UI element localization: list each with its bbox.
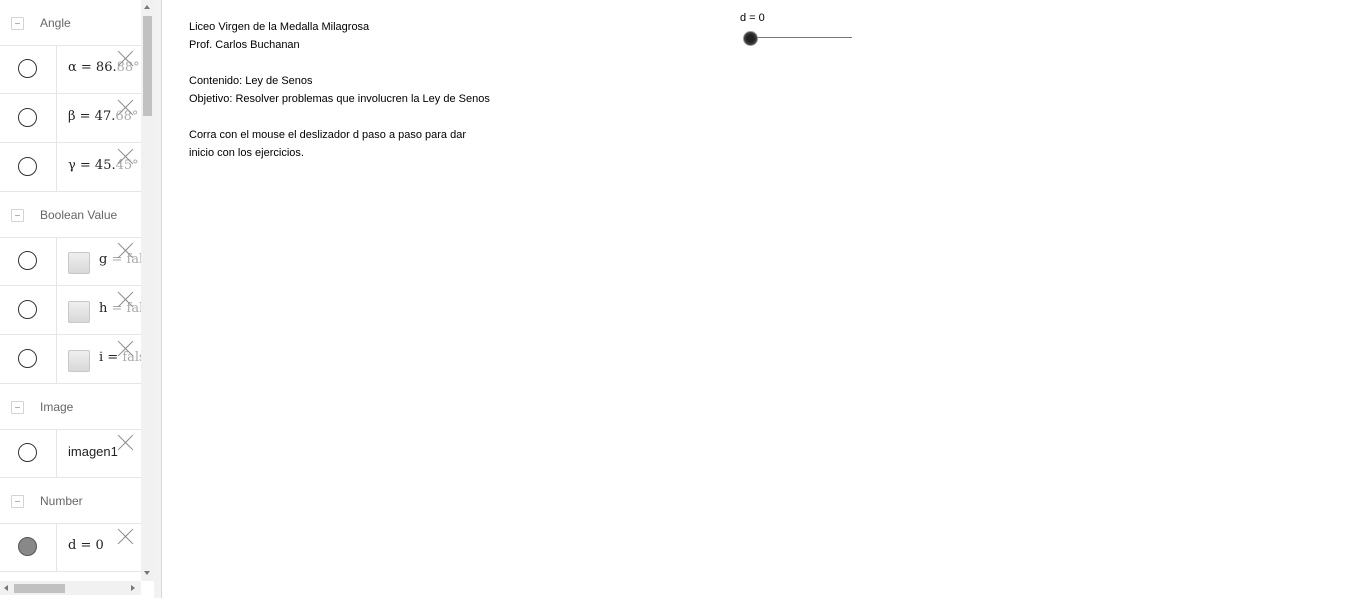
group-header-boolean[interactable]: Boolean Value — [0, 192, 141, 238]
delete-icon[interactable] — [117, 148, 134, 165]
visibility-toggle[interactable] — [18, 108, 37, 127]
slider-handle[interactable] — [743, 31, 758, 46]
graphics-view[interactable]: Liceo Virgen de la Medalla Milagrosa Pro… — [163, 0, 1360, 598]
group-header-angle[interactable]: Angle — [0, 0, 141, 46]
marble-cell — [0, 45, 57, 93]
visibility-toggle[interactable] — [18, 300, 37, 319]
delete-icon[interactable] — [117, 242, 134, 259]
school-name-text: Liceo Virgen de la Medalla Milagrosa — [189, 21, 370, 33]
algebra-item-gamma[interactable]: γ = 45.45° — [0, 143, 141, 192]
visibility-toggle[interactable] — [18, 349, 37, 368]
visibility-toggle[interactable] — [18, 443, 37, 462]
collapse-icon[interactable] — [11, 17, 24, 30]
slider-track[interactable] — [751, 37, 852, 38]
vertical-scrollbar[interactable] — [141, 0, 154, 581]
algebra-view: Angle α = 86.88° β = 47.68° γ = 45.45° B… — [0, 0, 141, 581]
delete-icon[interactable] — [117, 434, 134, 451]
group-label: Boolean Value — [40, 208, 118, 222]
scroll-left-icon[interactable] — [4, 585, 8, 591]
group-header-number[interactable]: Number — [0, 478, 141, 524]
delete-icon[interactable] — [117, 528, 134, 545]
visibility-toggle[interactable] — [18, 251, 37, 270]
algebra-item-beta[interactable]: β = 47.68° — [0, 94, 141, 143]
delete-icon[interactable] — [117, 99, 134, 116]
delete-icon[interactable] — [117, 291, 134, 308]
algebra-item-d[interactable]: d = 0 — [0, 523, 141, 572]
scrollbar-thumb[interactable] — [14, 584, 65, 593]
algebra-item-h[interactable]: h = fal — [0, 286, 141, 335]
visibility-toggle[interactable] — [18, 157, 37, 176]
algebra-item-alpha[interactable]: α = 86.88° — [0, 45, 141, 94]
group-label: Number — [40, 494, 83, 508]
instruction-text-cont: inicio con los ejercicios. — [189, 147, 304, 159]
boolean-checkbox[interactable] — [68, 252, 90, 274]
marble-cell — [0, 523, 57, 571]
visibility-toggle[interactable] — [18, 59, 37, 78]
marble-cell — [0, 335, 57, 383]
group-header-image[interactable]: Image — [0, 384, 141, 430]
item-value[interactable]: d = 0 — [68, 538, 104, 553]
content-text: Contenido: Ley de Senos — [189, 75, 313, 87]
scrollbar-thumb[interactable] — [143, 16, 152, 116]
scroll-right-icon[interactable] — [131, 585, 135, 591]
delete-icon[interactable] — [117, 340, 134, 357]
collapse-icon[interactable] — [11, 401, 24, 414]
scroll-down-icon[interactable] — [144, 571, 150, 575]
delete-icon[interactable] — [117, 50, 134, 67]
instruction-text: Corra con el mouse el deslizador d paso … — [189, 129, 466, 141]
marble-cell — [0, 429, 57, 477]
marble-cell — [0, 286, 57, 334]
horizontal-scrollbar[interactable] — [0, 581, 141, 595]
visibility-toggle[interactable] — [18, 537, 37, 556]
teacher-name-text: Prof. Carlos Buchanan — [189, 39, 300, 51]
marble-cell — [0, 143, 57, 191]
scroll-up-icon[interactable] — [144, 5, 150, 9]
algebra-item-imagen1[interactable]: imagen1 — [0, 429, 141, 478]
boolean-checkbox[interactable] — [68, 301, 90, 323]
algebra-item-g[interactable]: g = fal — [0, 237, 141, 286]
collapse-icon[interactable] — [11, 209, 24, 222]
collapse-icon[interactable] — [11, 495, 24, 508]
group-label: Image — [40, 400, 74, 414]
marble-cell — [0, 94, 57, 142]
view-splitter[interactable] — [154, 0, 162, 598]
algebra-item-i[interactable]: i = fals — [0, 335, 141, 384]
marble-cell — [0, 237, 57, 285]
boolean-checkbox[interactable] — [68, 350, 90, 372]
group-label: Angle — [40, 16, 71, 30]
slider-label: d = 0 — [740, 12, 765, 24]
item-value[interactable]: imagen1 — [68, 444, 118, 459]
objective-text: Objetivo: Resolver problemas que involuc… — [189, 93, 490, 105]
